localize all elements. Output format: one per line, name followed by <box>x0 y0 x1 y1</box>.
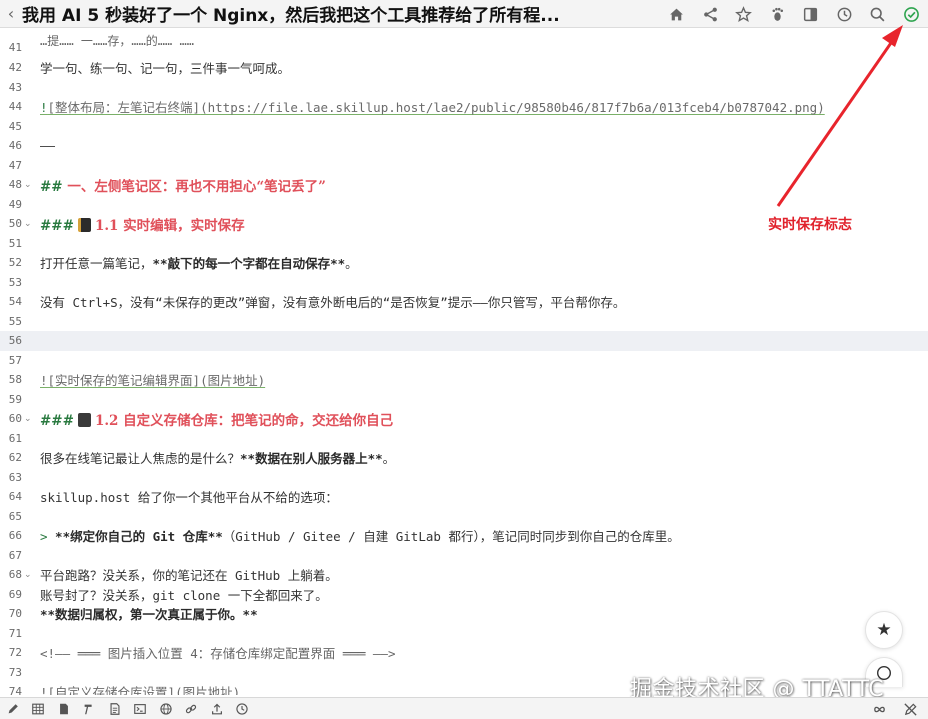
editor-line: 68 ⌄ 平台跑路？没关系，你的笔记还在 GitHub 上躺着。 <box>8 568 338 584</box>
fold-chevron-icon[interactable]: ⌄ <box>24 414 32 424</box>
image-link[interactable]: ![实时保存的笔记编辑界面](图片地址) <box>40 370 265 389</box>
history-icon[interactable] <box>230 698 256 719</box>
editor-line: 46 —— <box>8 138 56 154</box>
share-icon[interactable] <box>694 0 728 28</box>
infinity-icon[interactable] <box>866 698 892 719</box>
globe-icon[interactable] <box>153 698 179 719</box>
no-write-icon[interactable] <box>897 698 923 719</box>
editor-line: 58 ![实时保存的笔记编辑界面](图片地址) <box>0 370 928 390</box>
editor-line: 48 ⌄ ## 一、左侧笔记区：再也不用担心“笔记丢了” <box>0 175 928 195</box>
back-chevron-icon[interactable]: ‹ <box>0 4 22 23</box>
edit-icon[interactable] <box>0 698 26 719</box>
search-icon[interactable] <box>861 0 895 28</box>
editor-line: 71 <box>8 626 22 640</box>
history-icon[interactable] <box>828 0 862 28</box>
link-icon[interactable] <box>179 698 205 719</box>
title-bar: ‹ 我用 AI 5 秒装好了一个 Nginx，然后我把这个工具推荐给了所有程..… <box>0 0 928 28</box>
editor-line: 72 <!—— ═══ 图片插入位置 4：存储仓库绑定配置界面 ═══ ——> <box>0 643 928 663</box>
editor-line: 63 <box>8 470 22 484</box>
editor-line: 64 skillup.host 给了你一个其他平台从不给的选项： <box>8 490 338 506</box>
markdown-editor[interactable]: 41 …提…… 一……存，……的…… …… 42 学一句、练一句、记一句，三件事… <box>0 28 928 695</box>
fold-chevron-icon[interactable]: ⌄ <box>24 219 32 229</box>
top-toolbar <box>660 0 928 28</box>
note-title: 我用 AI 5 秒装好了一个 Nginx，然后我把这个工具推荐给了所有程... <box>22 6 560 26</box>
book-icon[interactable] <box>794 0 828 28</box>
table-icon[interactable] <box>26 698 52 719</box>
editor-line: 67 <box>8 548 22 562</box>
image-link[interactable]: ![自定义存储仓库设置](图片地址) <box>40 682 240 695</box>
fold-chevron-icon[interactable]: ⌄ <box>24 180 32 190</box>
editor-line: 54 没有 Ctrl+S，没有“未保存的更改”弹窗，没有意外断电后的“是否恢复”… <box>8 295 626 311</box>
editor-line: 52 打开任意一篇笔记，**敲下的每一个字都在自动保存**。 <box>8 256 358 272</box>
terminal-icon[interactable] <box>128 698 154 719</box>
doc-icon[interactable] <box>102 698 128 719</box>
favorite-star-button[interactable]: ★ <box>865 611 903 649</box>
heading-3: ### 1.2 自定义存储仓库：把笔记的命，交还给你自己 <box>40 412 394 429</box>
editor-line: 57 <box>8 353 22 367</box>
editor-line: 43 <box>8 80 22 94</box>
html-comment: <!—— ═══ 图片插入位置 4：存储仓库绑定配置界面 ═══ ——> <box>40 646 396 662</box>
star-icon[interactable] <box>727 0 761 28</box>
memo-icon <box>77 217 91 232</box>
editor-line: 69 账号封了？没关系，git clone 一下全都回来了。 <box>8 587 328 603</box>
editor-line: 47 <box>8 158 22 172</box>
heading-2: ## 一、左侧笔记区：再也不用担心“笔记丢了” <box>40 178 326 195</box>
editor-line-active: 56 <box>0 331 928 351</box>
bottom-toolbar <box>0 697 928 719</box>
editor-line: 59 <box>8 392 22 406</box>
footprint-icon[interactable] <box>761 0 795 28</box>
editor-line: 65 <box>8 509 22 523</box>
format-icon[interactable] <box>77 698 103 719</box>
editor-line: 51 <box>8 236 22 250</box>
editor-line: 42 学一句、练一句、记一句，三件事一气呵成。 <box>8 61 291 77</box>
fold-chevron-icon[interactable]: ⌄ <box>24 570 32 580</box>
editor-line: 61 <box>8 431 22 445</box>
annotation-label: 实时保存标志 <box>768 217 852 233</box>
upload-icon[interactable] <box>204 698 230 719</box>
editor-line: 44 ![整体布局：左笔记右终端](https://file.lae.skill… <box>0 97 928 117</box>
blockquote: > **绑定你自己的 Git 仓库**（GitHub / Gitee / 自建 … <box>40 529 680 545</box>
editor-line: 41 …提…… 一……存，……的…… …… <box>8 34 194 55</box>
editor-line: 62 很多在线笔记最让人焦虑的是什么？**数据在别人服务器上**。 <box>8 451 396 467</box>
saved-check-icon[interactable] <box>895 0 928 28</box>
image-link[interactable]: ![整体布局：左笔记右终端](https://file.lae.skillup.… <box>40 97 825 116</box>
heading-3: ### 1.1 实时编辑，实时保存 <box>40 217 245 234</box>
editor-line: 53 <box>8 275 22 289</box>
editor-line: 49 <box>8 197 22 211</box>
editor-line: 45 <box>8 119 22 133</box>
editor-line: 55 <box>8 314 22 328</box>
file-icon[interactable] <box>51 698 77 719</box>
home-icon[interactable] <box>660 0 694 28</box>
editor-line: 66 > **绑定你自己的 Git 仓库**（GitHub / Gitee / … <box>0 526 928 546</box>
editor-line: 70 **数据归属权，第一次真正属于你。** <box>8 607 258 623</box>
phone-icon <box>77 412 91 427</box>
editor-line: 60 ⌄ ### 1.2 自定义存储仓库：把笔记的命，交还给你自己 <box>0 409 928 429</box>
